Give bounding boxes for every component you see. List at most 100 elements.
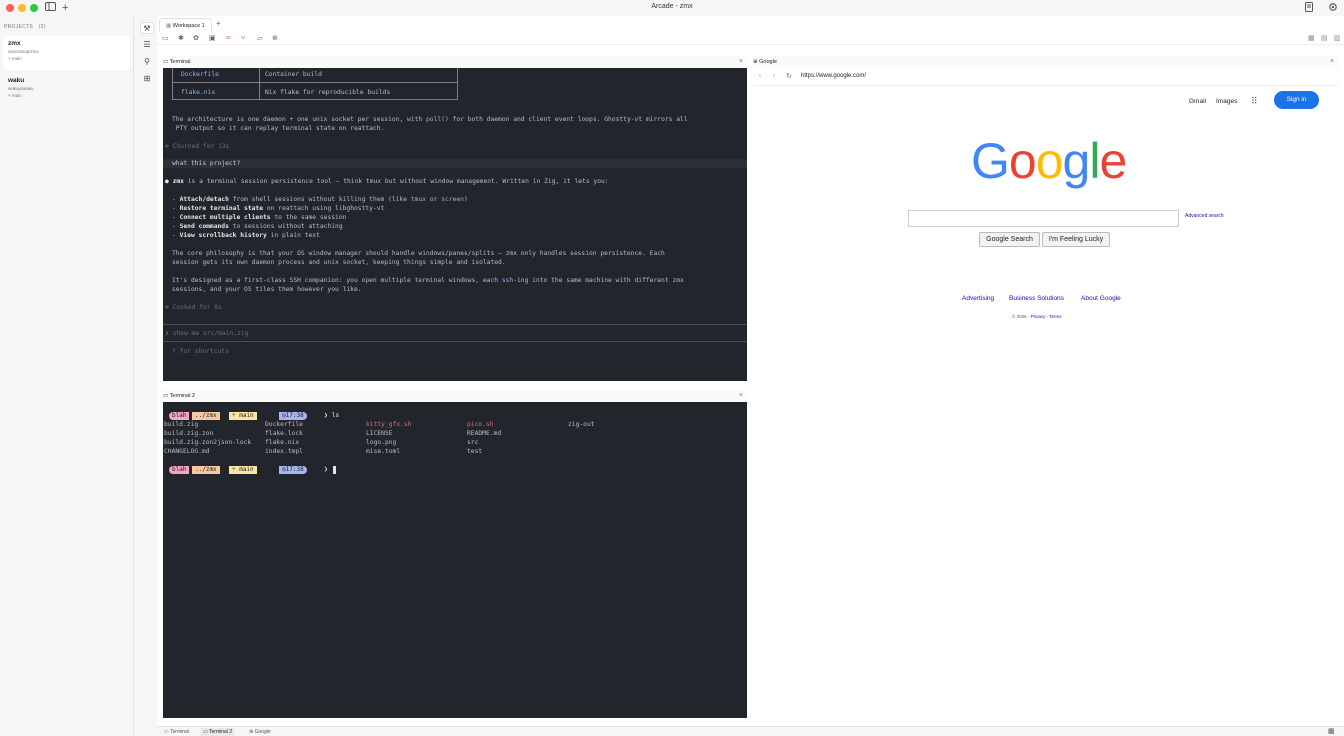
privacy-link[interactable]: Privacy [1031, 314, 1046, 319]
b5-bold: View scrollback history [179, 232, 267, 239]
logo-letter: o [1035, 133, 1064, 189]
folder-icon[interactable]: ▱ [257, 34, 262, 44]
cursor [333, 466, 336, 474]
bullet-5: - View scrollback history in plain text [172, 232, 320, 239]
globe-icon[interactable]: ⊕ [272, 34, 278, 44]
forward-icon[interactable]: › [773, 73, 775, 79]
answer-name: zmx [172, 178, 184, 185]
file-entry: mise.toml [366, 448, 401, 455]
tab-workspace-1[interactable]: ▦ Workspace 1 [159, 18, 212, 32]
columns-layout-icon[interactable]: ▥ [1334, 34, 1341, 42]
table-cell: Nix flake for reproducible builds [265, 89, 391, 96]
title-bar: + Arcade - zmx [0, 0, 1344, 16]
projects-sidebar: PROJECTS (2) zmx neurosnap/zmx ⑂ main wa… [0, 16, 134, 736]
close-icon[interactable]: × [739, 390, 743, 402]
prompt-time: ◷17:38 [279, 412, 307, 420]
answer-line: ● zmx is a terminal session persistence … [165, 177, 609, 186]
b1-or: or [426, 196, 442, 203]
browser-title: Google [759, 59, 777, 65]
prompt-user: blah [169, 466, 190, 474]
hammer-icon[interactable]: ⚒ [140, 22, 154, 34]
b1-bold: Attach/detach [179, 196, 229, 203]
apps-grid-icon[interactable]: ⠿ [1251, 96, 1258, 107]
file-entry: Dockerfile [265, 421, 303, 428]
google-search-button[interactable]: Google Search [979, 232, 1040, 247]
file-entry: CHANGELOG.md [164, 448, 210, 455]
business-solutions-link[interactable]: Business Solutions [1009, 295, 1064, 302]
gmail-link[interactable]: Gmail [1189, 98, 1206, 105]
file-entry: flake.lock [265, 430, 303, 437]
prompt-dir: ../zmx [192, 412, 220, 420]
terminal-icon[interactable]: ▭ [162, 34, 169, 44]
b3-bold: Connect multiple clients [179, 214, 271, 221]
advanced-search-link[interactable]: Advanced search [1185, 213, 1224, 219]
arch-line-1: The architecture is one daemon + one uni… [172, 115, 688, 124]
terminal-title: Terminal 2 [169, 393, 196, 399]
copyright: © 2026 - [1012, 314, 1030, 319]
grid-layout-icon[interactable]: ▦ [1308, 34, 1315, 42]
file-entry: build.zig.zon [164, 430, 214, 437]
folder-add-icon[interactable]: ⊞ [140, 73, 154, 85]
browser-panel-header: ⊕ Google × [753, 56, 1338, 68]
divider [753, 85, 1338, 86]
git-fork-icon[interactable]: ⑂ [241, 34, 245, 44]
shortcuts-hint: ? for shortcuts [172, 348, 229, 355]
logo-letter: G [971, 133, 1010, 189]
statusbar-tab-terminal[interactable]: ▭ Terminal [161, 728, 192, 736]
branch-label: main [239, 466, 254, 473]
checklist-icon[interactable]: ☰ [140, 39, 154, 51]
terminal-title: Terminal [169, 59, 191, 65]
about-google-link[interactable]: About Google [1081, 295, 1121, 302]
file-entry: zig-out [568, 421, 595, 428]
settings-gear-icon[interactable] [1328, 2, 1338, 16]
prompt-symbol: ❯ [324, 466, 328, 473]
sign-in-button[interactable]: Sign in [1274, 91, 1319, 109]
advertising-link[interactable]: Advertising [962, 295, 994, 302]
agent-icon[interactable]: ♒ [225, 34, 231, 44]
ssh-line-1: It's designed as a first-class SSH compa… [172, 276, 684, 285]
prompt-time: ◷17:38 [279, 466, 307, 474]
search-input[interactable] [908, 210, 1179, 227]
url-bar[interactable]: https://www.google.com/ [801, 73, 866, 79]
bullet-1: - Attach/detach from shell sessions with… [172, 196, 468, 203]
document-icon[interactable] [1305, 2, 1313, 16]
feeling-lucky-button[interactable]: I'm Feeling Lucky [1042, 232, 1110, 247]
pin-icon[interactable]: ⚲ [140, 56, 154, 68]
prompt-input[interactable]: ❯ show me src/main.zig [165, 329, 248, 338]
projects-label: PROJECTS [4, 24, 34, 30]
close-icon[interactable]: × [739, 56, 743, 68]
layout-grid-icon[interactable]: ▦ [1325, 728, 1338, 736]
terms-link[interactable]: Terms [1049, 314, 1061, 319]
back-icon[interactable]: ‹ [759, 73, 761, 79]
project-item-waku[interactable]: waku wakujs/waku ⑂ main [3, 73, 130, 107]
project-name: zmx [8, 40, 21, 47]
branch-label: main [239, 412, 254, 419]
box-icon[interactable]: ▣ [209, 34, 216, 44]
user-question: what this project? [172, 160, 241, 167]
statusbar-tab-google[interactable]: ⊕ Google [246, 728, 274, 736]
openai-icon[interactable]: ✿ [193, 34, 199, 44]
terminal-1[interactable]: Dockerfile Container build flake.nix Nix… [163, 68, 747, 381]
split-layout-icon[interactable]: ▤ [1321, 34, 1328, 42]
code: poll() [426, 116, 449, 123]
project-path: wakujs/waku [8, 86, 34, 91]
images-link[interactable]: Images [1216, 98, 1237, 105]
time-label: 17:38 [285, 466, 304, 473]
close-icon[interactable]: × [1330, 56, 1334, 68]
logo-letter: e [1099, 133, 1127, 189]
claude-icon[interactable]: ✱ [178, 34, 184, 44]
table-cell: Dockerfile [181, 71, 219, 78]
window-title: Arcade - zmx [651, 3, 693, 10]
statusbar-tab-terminal-2[interactable]: ▭ Terminal 2 [200, 728, 236, 736]
terminal-2[interactable]: blah ../zmx ⑂ main ◷17:38 ❯ ls build.zig… [163, 402, 747, 718]
b1-screen: screen [441, 196, 464, 203]
table-cell: Container build [265, 71, 322, 78]
divider [163, 324, 747, 325]
command: ❯ ls [324, 412, 340, 419]
divider [163, 341, 747, 342]
answer-text: is a terminal session persistence tool —… [183, 178, 609, 185]
project-item-zmx[interactable]: zmx neurosnap/zmx ⑂ main [3, 36, 130, 70]
reload-icon[interactable]: ↻ [786, 72, 792, 80]
add-tab-button[interactable]: + [216, 19, 221, 28]
tab-label: Terminal [170, 729, 189, 735]
